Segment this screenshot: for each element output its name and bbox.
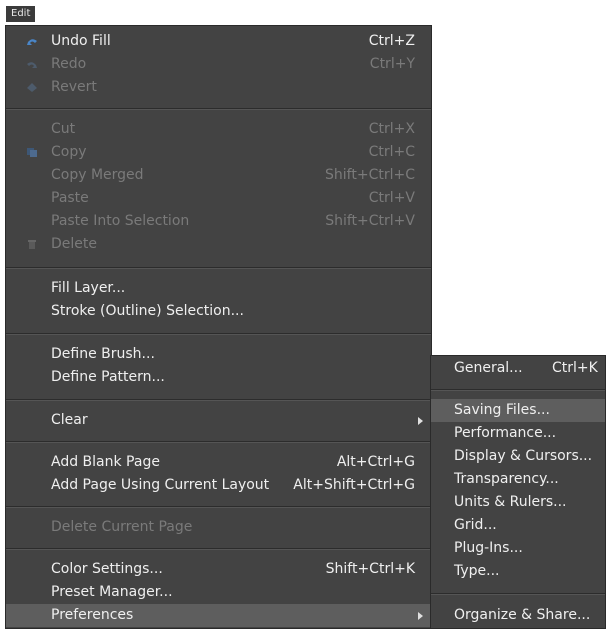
- plugins-label: Plug-Ins...: [454, 540, 523, 556]
- undo-icon: [27, 39, 37, 45]
- type-item[interactable]: Type...: [431, 560, 605, 583]
- transparency-label: Transparency...: [454, 471, 559, 487]
- type-label: Type...: [454, 563, 500, 579]
- add-blank-page-item[interactable]: Add Blank Page Alt+Ctrl+G: [6, 451, 431, 474]
- preset-manager-item[interactable]: Preset Manager...: [6, 581, 431, 604]
- clear-item[interactable]: Clear: [6, 409, 431, 432]
- add-blank-page-label: Add Blank Page: [51, 454, 160, 470]
- separator: [6, 399, 431, 401]
- undo-fill-label: Undo Fill: [51, 33, 111, 49]
- copy-merged-label: Copy Merged: [51, 167, 144, 183]
- stroke-selection-label: Stroke (Outline) Selection...: [51, 303, 244, 319]
- paste-shortcut: Ctrl+V: [368, 190, 415, 206]
- color-settings-label: Color Settings...: [51, 561, 163, 577]
- display-cursors-item[interactable]: Display & Cursors...: [431, 445, 605, 468]
- submenu-arrow-icon: [418, 417, 423, 425]
- stroke-selection-item[interactable]: Stroke (Outline) Selection...: [6, 300, 431, 323]
- fill-layer-label: Fill Layer...: [51, 280, 126, 296]
- performance-item[interactable]: Performance...: [431, 422, 605, 445]
- copy-item[interactable]: Copy Ctrl+C: [6, 141, 431, 164]
- saving-files-label: Saving Files...: [454, 402, 550, 418]
- general-label: General...: [454, 360, 523, 376]
- transparency-item[interactable]: Transparency...: [431, 468, 605, 491]
- undo-fill-item[interactable]: Undo Fill Ctrl+Z: [6, 30, 431, 53]
- submenu-arrow-icon: [418, 612, 423, 620]
- edit-menu-button[interactable]: Edit: [6, 6, 36, 22]
- cut-label: Cut: [51, 121, 76, 137]
- separator: [431, 389, 605, 391]
- copy-shortcut: Ctrl+C: [368, 144, 415, 160]
- trash-icon: [28, 240, 36, 249]
- delete-label: Delete: [51, 236, 97, 252]
- general-item[interactable]: General... Ctrl+K: [431, 357, 605, 380]
- separator: [6, 548, 431, 550]
- grid-label: Grid...: [454, 517, 497, 533]
- paste-label: Paste: [51, 190, 89, 206]
- units-rulers-item[interactable]: Units & Rulers...: [431, 491, 605, 514]
- separator: [6, 441, 431, 443]
- general-shortcut: Ctrl+K: [552, 360, 598, 376]
- separator: [6, 333, 431, 335]
- edit-menu: Undo Fill Ctrl+Z Redo Ctrl+Y Revert Cut …: [5, 25, 432, 629]
- preferences-submenu: General... Ctrl+K Saving Files... Perfor…: [430, 355, 606, 629]
- paste-into-selection-item[interactable]: Paste Into Selection Shift+Ctrl+V: [6, 210, 431, 233]
- define-brush-label: Define Brush...: [51, 346, 155, 362]
- redo-icon: [27, 62, 37, 68]
- saving-files-item[interactable]: Saving Files...: [431, 399, 605, 422]
- add-page-layout-label: Add Page Using Current Layout: [51, 477, 270, 493]
- delete-item[interactable]: Delete: [6, 233, 431, 256]
- revert-icon: [27, 83, 37, 92]
- paste-into-selection-label: Paste Into Selection: [51, 213, 190, 229]
- cut-item[interactable]: Cut Ctrl+X: [6, 118, 431, 141]
- preferences-item[interactable]: Preferences: [6, 604, 431, 627]
- define-brush-item[interactable]: Define Brush...: [6, 343, 431, 366]
- copy-icon: [27, 148, 37, 157]
- separator: [6, 506, 431, 508]
- revert-item[interactable]: Revert: [6, 76, 431, 99]
- separator: [431, 593, 605, 595]
- grid-item[interactable]: Grid...: [431, 514, 605, 537]
- clear-label: Clear: [51, 412, 88, 428]
- color-settings-shortcut: Shift+Ctrl+K: [325, 561, 415, 577]
- performance-label: Performance...: [454, 425, 557, 441]
- display-cursors-label: Display & Cursors...: [454, 448, 593, 464]
- define-pattern-label: Define Pattern...: [51, 369, 165, 385]
- undo-fill-shortcut: Ctrl+Z: [368, 33, 415, 49]
- copy-merged-item[interactable]: Copy Merged Shift+Ctrl+C: [6, 164, 431, 187]
- redo-item[interactable]: Redo Ctrl+Y: [6, 53, 431, 76]
- preferences-label: Preferences: [51, 607, 134, 623]
- add-blank-page-shortcut: Alt+Ctrl+G: [336, 454, 415, 470]
- units-rulers-label: Units & Rulers...: [454, 494, 567, 510]
- paste-item[interactable]: Paste Ctrl+V: [6, 187, 431, 210]
- delete-current-page-item[interactable]: Delete Current Page: [6, 516, 431, 539]
- copy-label: Copy: [51, 144, 87, 160]
- redo-shortcut: Ctrl+Y: [369, 56, 415, 72]
- fill-layer-item[interactable]: Fill Layer...: [6, 277, 431, 300]
- separator: [6, 267, 431, 269]
- cut-shortcut: Ctrl+X: [368, 121, 415, 137]
- copy-merged-shortcut: Shift+Ctrl+C: [325, 167, 415, 183]
- redo-label: Redo: [51, 56, 87, 72]
- preset-manager-label: Preset Manager...: [51, 584, 173, 600]
- delete-current-page-label: Delete Current Page: [51, 519, 193, 535]
- revert-label: Revert: [51, 79, 97, 95]
- separator: [6, 108, 431, 110]
- add-page-layout-shortcut: Alt+Shift+Ctrl+G: [293, 477, 415, 493]
- organize-share-label: Organize & Share...: [454, 607, 591, 623]
- color-settings-item[interactable]: Color Settings... Shift+Ctrl+K: [6, 558, 431, 581]
- define-pattern-item[interactable]: Define Pattern...: [6, 366, 431, 389]
- organize-share-item[interactable]: Organize & Share...: [431, 604, 605, 627]
- add-page-layout-item[interactable]: Add Page Using Current Layout Alt+Shift+…: [6, 474, 431, 497]
- paste-into-selection-shortcut: Shift+Ctrl+V: [325, 213, 415, 229]
- plugins-item[interactable]: Plug-Ins...: [431, 537, 605, 560]
